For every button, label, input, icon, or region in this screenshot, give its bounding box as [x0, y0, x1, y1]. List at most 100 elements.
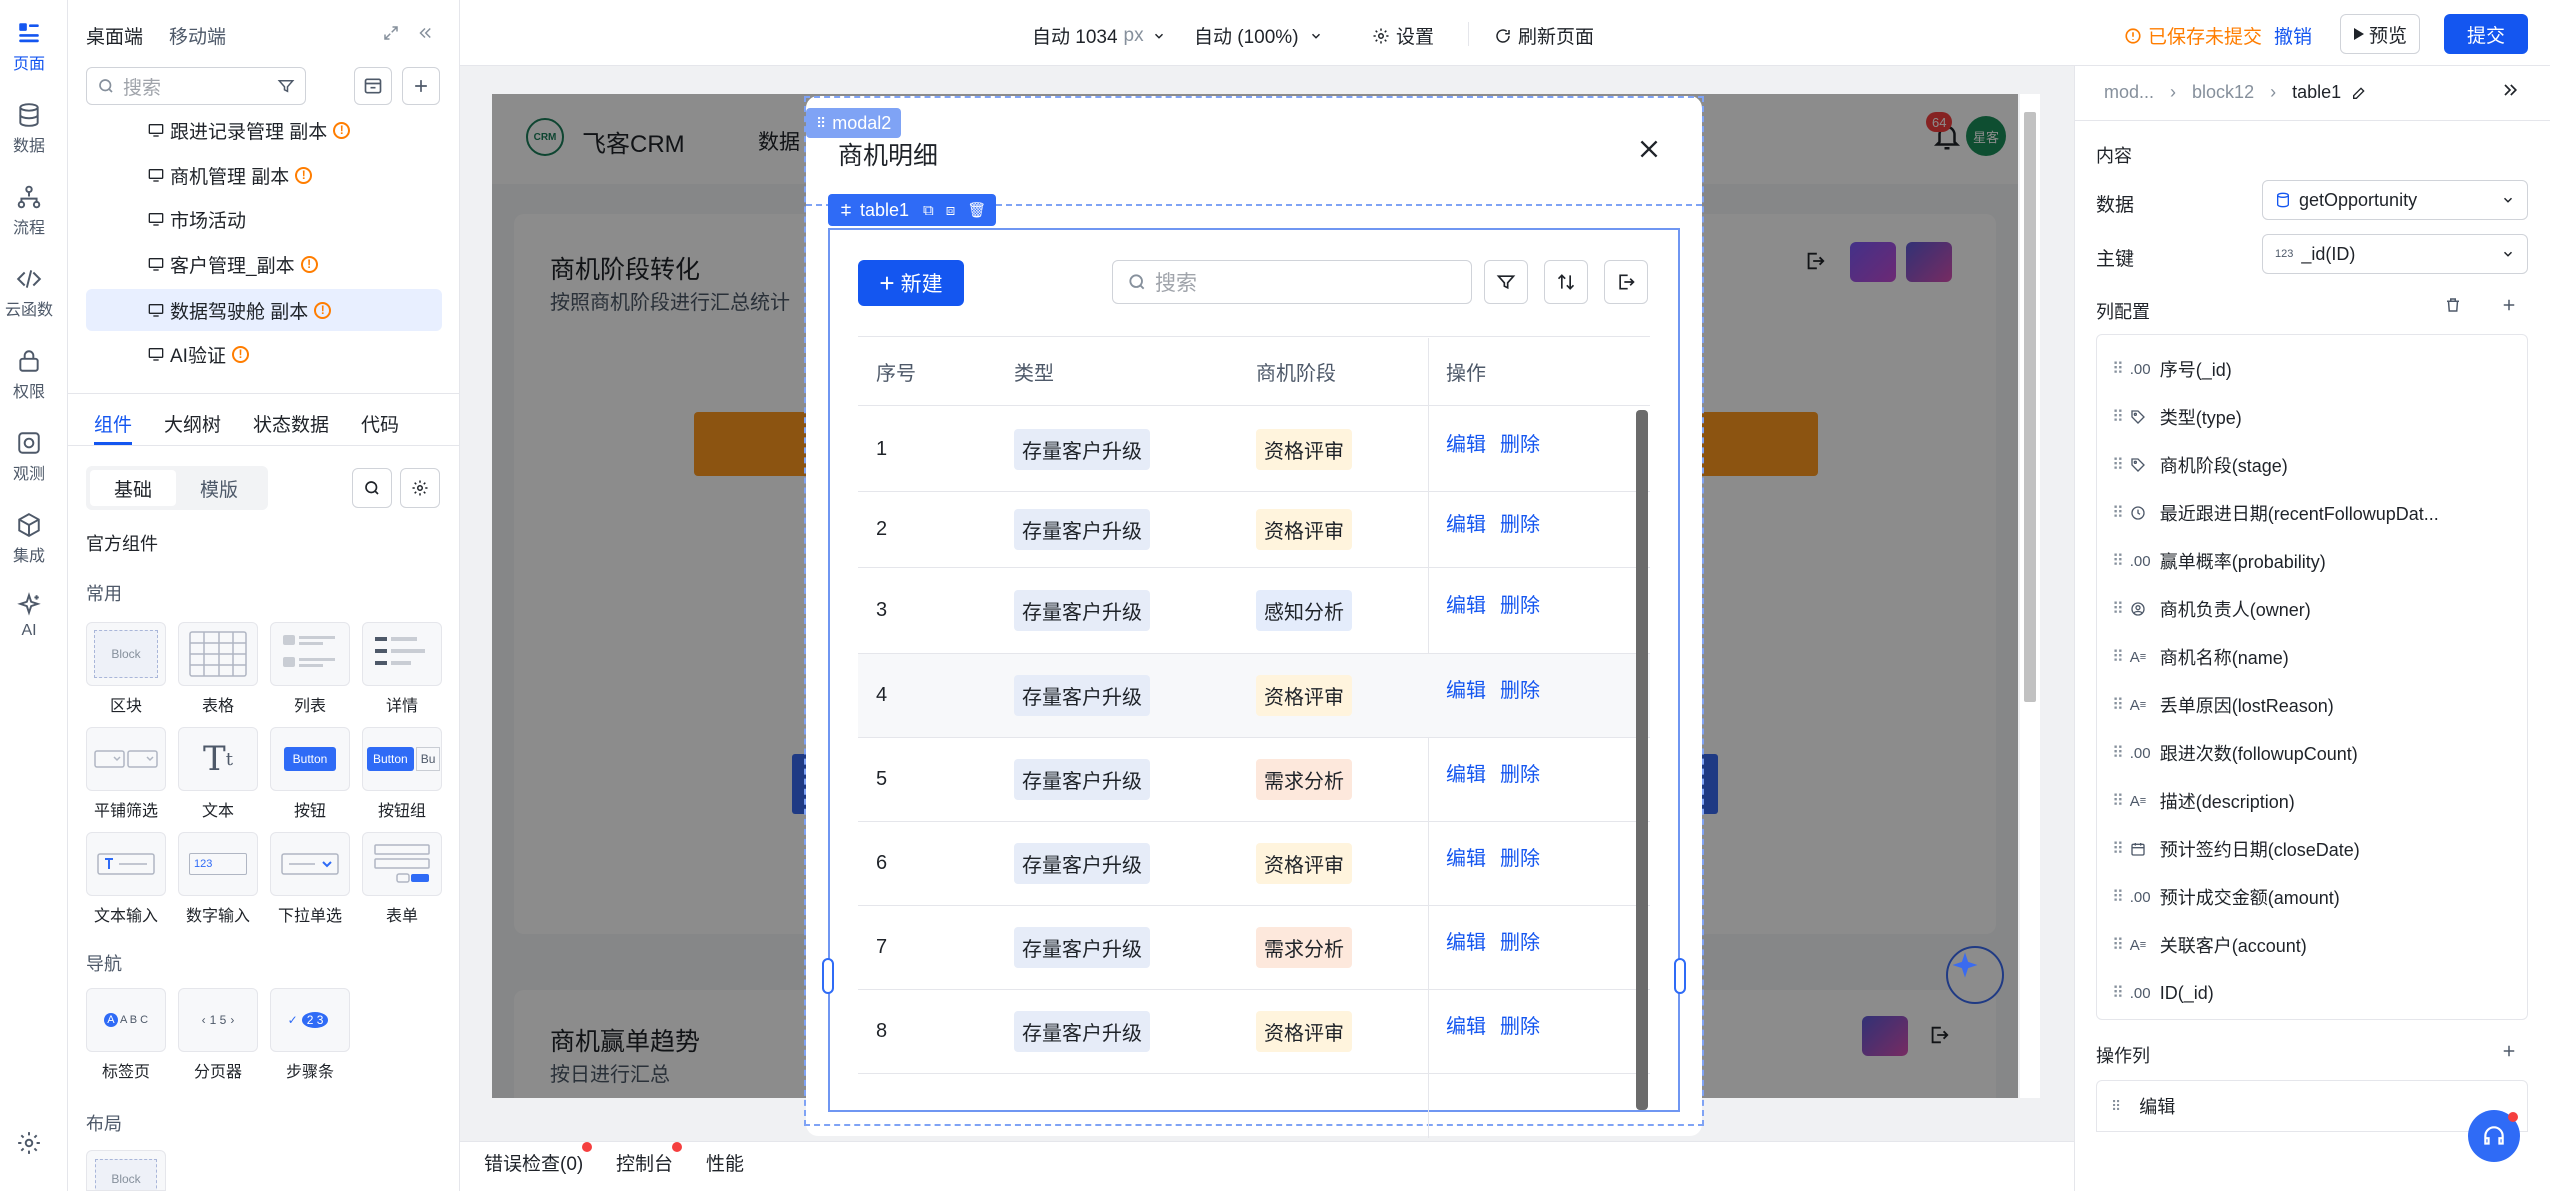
copy-icon[interactable]: ⧉ — [923, 202, 934, 219]
component-number-input[interactable]: 123 数字输入 — [178, 832, 258, 926]
component-pager[interactable]: ‹ 1 5 › 分页器 — [178, 988, 258, 1082]
tree-item[interactable]: 客户管理_副本 ! — [148, 244, 448, 284]
column-config-item[interactable]: ⠿ A ≡ 商机名称(name) — [2112, 634, 2512, 680]
drag-handle-icon[interactable]: ⠿ — [2112, 359, 2124, 379]
edit-link[interactable]: 编辑 — [1428, 674, 1486, 703]
tree-item[interactable]: AI验证 ! — [148, 334, 448, 374]
performance-tab[interactable]: 性能 — [706, 1145, 744, 1185]
drag-handle-icon[interactable]: ⠿ — [2112, 695, 2124, 715]
rail-item-cube[interactable]: 集成 — [0, 512, 58, 566]
component-block[interactable]: Block 区块 — [86, 622, 166, 716]
edit-link[interactable]: 编辑 — [1428, 926, 1486, 955]
preview-button[interactable]: 预览 — [2340, 14, 2420, 54]
collapse-right-panel-icon[interactable] — [2500, 80, 2520, 100]
breadcrumb-item[interactable]: block12 — [2192, 82, 2254, 103]
component-block-layout[interactable]: Block — [86, 1150, 166, 1191]
column-config-item[interactable]: ⠿ 商机负责人(owner) — [2112, 586, 2512, 632]
revoke-link[interactable]: 撤销 — [2274, 22, 2312, 49]
column-config-item[interactable]: ⠿ .00 序号(_id) — [2112, 346, 2512, 392]
tree-item-selected[interactable]: 数据驾驶舱 副本 ! — [148, 290, 448, 330]
error-check-tab[interactable]: 错误检查(0) — [484, 1145, 583, 1185]
edit-link[interactable]: 编辑 — [1428, 428, 1486, 457]
resize-handle-right[interactable] — [1674, 958, 1686, 994]
component-text-input[interactable]: 文本输入 — [86, 832, 166, 926]
rail-item-monitor[interactable]: 观测 — [0, 430, 58, 484]
component-tile-filter[interactable]: 平铺筛选 — [86, 727, 166, 821]
edit-link[interactable]: 编辑 — [1428, 758, 1486, 787]
edit-link[interactable]: 编辑 — [1428, 508, 1486, 537]
add-operation-icon[interactable] — [2500, 1042, 2518, 1060]
drag-handle-icon[interactable]: ⠿ — [2112, 407, 2124, 427]
drag-handle-icon[interactable]: ⠿ — [2112, 935, 2124, 955]
component-tabs[interactable]: AA B C 标签页 — [86, 988, 166, 1082]
table-sort-button[interactable] — [1544, 260, 1588, 304]
component-form[interactable]: 表单 — [362, 832, 442, 926]
table-row[interactable]: 7 存量客户升级 需求分析 编辑 删除 — [858, 906, 1650, 990]
table-row[interactable]: 2 存量客户升级 资格评审 编辑 删除 — [858, 492, 1650, 568]
component-settings-button[interactable] — [400, 468, 440, 508]
filter-icon[interactable] — [277, 77, 295, 95]
drag-handle-icon[interactable]: ⠿ — [2112, 743, 2124, 763]
table-row[interactable]: 6 存量客户升级 资格评审 编辑 删除 — [858, 822, 1650, 906]
delete-link[interactable]: 删除 — [1500, 1010, 1540, 1039]
tab-components[interactable]: 组件 — [94, 410, 132, 437]
submit-button[interactable]: 提交 — [2444, 14, 2528, 54]
table-row[interactable]: 3 存量客户升级 感知分析 编辑 删除 — [858, 568, 1650, 654]
tree-item[interactable]: 市场活动 — [148, 199, 448, 239]
drag-handle-icon[interactable]: ⠿ — [2112, 455, 2124, 475]
component-text[interactable]: Tt 文本 — [178, 727, 258, 821]
new-button[interactable]: + 新建 — [858, 260, 964, 306]
column-config-item[interactable]: ⠿ 最近跟进日期(recentFollowupDat... — [2112, 490, 2512, 536]
delete-link[interactable]: 删除 — [1500, 428, 1540, 457]
expand-icon[interactable] — [382, 24, 400, 42]
tree-item[interactable]: 商机管理 副本 ! — [148, 155, 448, 195]
console-tab[interactable]: 控制台 — [616, 1145, 673, 1185]
tab-desktop[interactable]: 桌面端 — [86, 22, 143, 49]
canvas-scrollbar-thumb[interactable] — [2024, 112, 2036, 702]
segment-template[interactable]: 模版 — [176, 470, 262, 506]
modal-tag[interactable]: ⠿ modal2 — [806, 108, 902, 138]
tab-code[interactable]: 代码 — [361, 410, 399, 437]
column-config-item[interactable]: ⠿ A ≡ 丢单原因(lostReason) — [2112, 682, 2512, 728]
add-page-button[interactable] — [402, 67, 440, 105]
delete-link[interactable]: 删除 — [1500, 508, 1540, 537]
table-search-input[interactable]: 搜索 — [1112, 260, 1472, 304]
table-row[interactable]: 1 存量客户升级 资格评审 编辑 删除 — [858, 408, 1650, 492]
component-table[interactable]: 表格 — [178, 622, 258, 716]
delete-link[interactable]: 删除 — [1500, 589, 1540, 618]
drag-handle-icon[interactable]: ⠿ — [2112, 551, 2124, 571]
component-button[interactable]: Button 按钮 — [270, 727, 350, 821]
zoom-select[interactable]: 自动 (100%) — [1194, 22, 1323, 49]
canvas-width-select[interactable]: 自动 1034 px — [1032, 22, 1166, 49]
trash-icon[interactable]: 🗑 — [967, 201, 986, 219]
drag-handle-icon[interactable]: ⠿ — [2112, 503, 2124, 523]
delete-link[interactable]: 删除 — [1500, 842, 1540, 871]
delete-link[interactable]: 删除 — [1500, 926, 1540, 955]
column-config-item[interactable]: ⠿ A ≡ 描述(description) — [2112, 778, 2512, 824]
page-manage-button[interactable] — [354, 67, 392, 105]
rail-item-ai[interactable]: AI — [0, 592, 58, 640]
table-export-button[interactable] — [1604, 260, 1648, 304]
component-detail[interactable]: 详情 — [362, 622, 442, 716]
table-row[interactable]: 8 存量客户升级 资格评审 编辑 删除 — [858, 990, 1650, 1074]
primary-key-select[interactable]: 123 _id(ID) — [2262, 234, 2528, 274]
column-config-item[interactable]: ⠿ .00 跟进次数(followupCount) — [2112, 730, 2512, 776]
table-row[interactable]: 5 存量客户升级 需求分析 编辑 删除 — [858, 738, 1650, 822]
table-row[interactable]: 4 存量客户升级 资格评审 编辑 删除 — [858, 654, 1650, 738]
drag-handle-icon[interactable]: ⠿ — [2112, 839, 2124, 859]
edit-pen-icon[interactable] — [2351, 85, 2367, 101]
drag-handle-icon[interactable]: ⠿ — [2111, 1098, 2121, 1115]
rail-item-flow[interactable]: 流程 — [0, 184, 58, 238]
page-search-input[interactable]: 搜索 — [86, 67, 306, 105]
edit-link[interactable]: 编辑 — [1428, 842, 1486, 871]
table-scrollbar-thumb[interactable] — [1636, 410, 1648, 1110]
drag-handle-icon[interactable]: ⠿ — [2112, 599, 2124, 619]
drag-handle-icon[interactable]: ⠿ — [2112, 983, 2124, 1003]
component-select[interactable]: 下拉单选 — [270, 832, 350, 926]
rail-item-page[interactable]: 页面 — [0, 20, 58, 74]
collapse-panel-icon[interactable] — [416, 24, 434, 42]
tab-state[interactable]: 状态数据 — [253, 410, 329, 437]
rail-item-code[interactable]: 云函数 — [0, 266, 58, 320]
component-steps[interactable]: ✓ 2 3 步骤条 — [270, 988, 350, 1082]
column-config-item[interactable]: ⠿ 类型(type) — [2112, 394, 2512, 440]
